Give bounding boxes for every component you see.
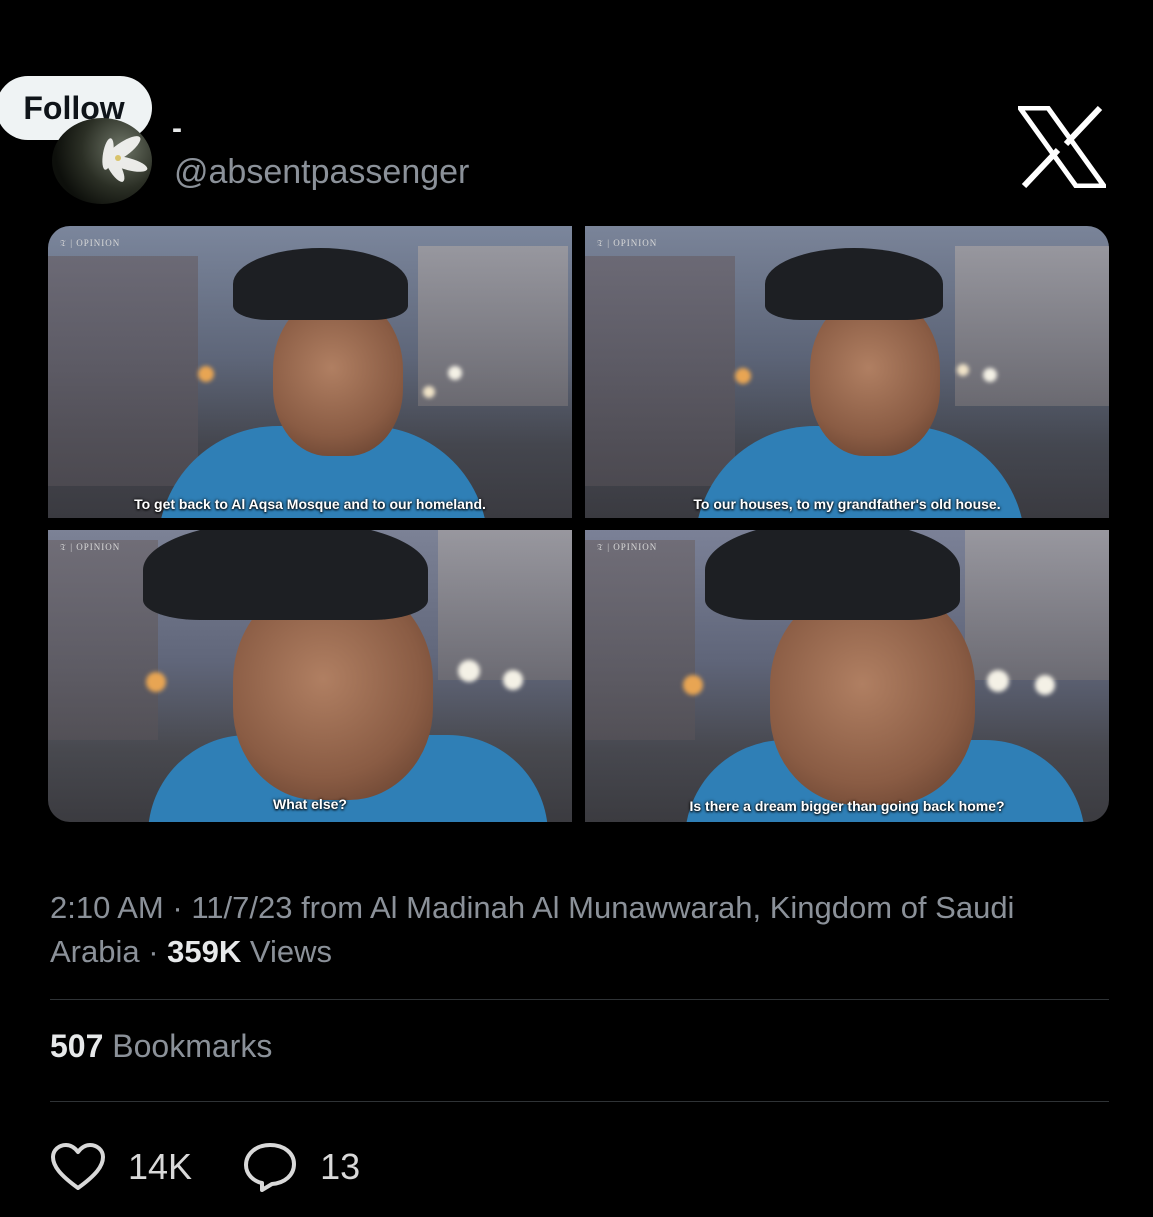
- bookmarks-count: 507: [50, 1028, 104, 1064]
- post-metadata: 2:10 AM · 11/7/23 from Al Madinah Al Mun…: [50, 886, 1110, 974]
- divider: [50, 1101, 1109, 1102]
- meta-separator: ·: [139, 934, 168, 969]
- avatar[interactable]: [52, 118, 152, 204]
- brand-watermark: 𝔗 | OPINION: [60, 542, 121, 552]
- frame-caption: To our houses, to my grandfather's old h…: [693, 496, 1001, 512]
- reply-count: 13: [320, 1146, 361, 1187]
- media-frame[interactable]: 𝔗 | OPINION To our houses, to my grandfa…: [585, 226, 1109, 518]
- brand-watermark: 𝔗 | OPINION: [60, 238, 121, 248]
- reply-button[interactable]: 13: [242, 1141, 360, 1193]
- frame-caption: Is there a dream bigger than going back …: [689, 798, 1005, 814]
- display-name[interactable]: -: [172, 112, 182, 146]
- bookmarks-stat[interactable]: 507 Bookmarks: [50, 1028, 272, 1065]
- meta-separator: ·: [163, 890, 192, 925]
- views-count: 359K: [167, 934, 242, 969]
- post-location-cont: Arabia: [50, 934, 140, 969]
- views-label: Views: [241, 934, 333, 969]
- like-button[interactable]: 14K: [50, 1142, 192, 1192]
- frame-caption: To get back to Al Aqsa Mosque and to our…: [134, 496, 486, 512]
- reply-bubble-icon: [244, 1143, 297, 1192]
- media-frame[interactable]: 𝔗 | OPINION To get back to Al Aqsa Mosqu…: [48, 226, 572, 518]
- media-frame[interactable]: 𝔗 | OPINION Is there a dream bigger than…: [585, 530, 1109, 822]
- media-frame[interactable]: 𝔗 | OPINION What else?: [48, 530, 572, 822]
- post-date[interactable]: 11/7/23: [191, 890, 292, 925]
- brand-watermark: 𝔗 | OPINION: [597, 542, 658, 552]
- x-logo-icon: [1018, 106, 1106, 188]
- bookmarks-label: Bookmarks: [103, 1028, 273, 1064]
- frame-caption: What else?: [273, 796, 347, 812]
- brand-watermark: 𝔗 | OPINION: [597, 238, 658, 248]
- action-bar: 14K 13: [50, 1140, 410, 1194]
- like-count: 14K: [128, 1146, 193, 1187]
- post-location: from Al Madinah Al Munawwarah, Kingdom o…: [292, 890, 1015, 925]
- post-time[interactable]: 2:10 AM: [50, 890, 164, 925]
- media-grid[interactable]: 𝔗 | OPINION To get back to Al Aqsa Mosqu…: [48, 226, 1109, 822]
- user-handle[interactable]: @absentpassenger: [174, 153, 469, 192]
- divider: [50, 999, 1109, 1000]
- flower-avatar-image: [102, 136, 148, 182]
- heart-icon: [51, 1143, 105, 1190]
